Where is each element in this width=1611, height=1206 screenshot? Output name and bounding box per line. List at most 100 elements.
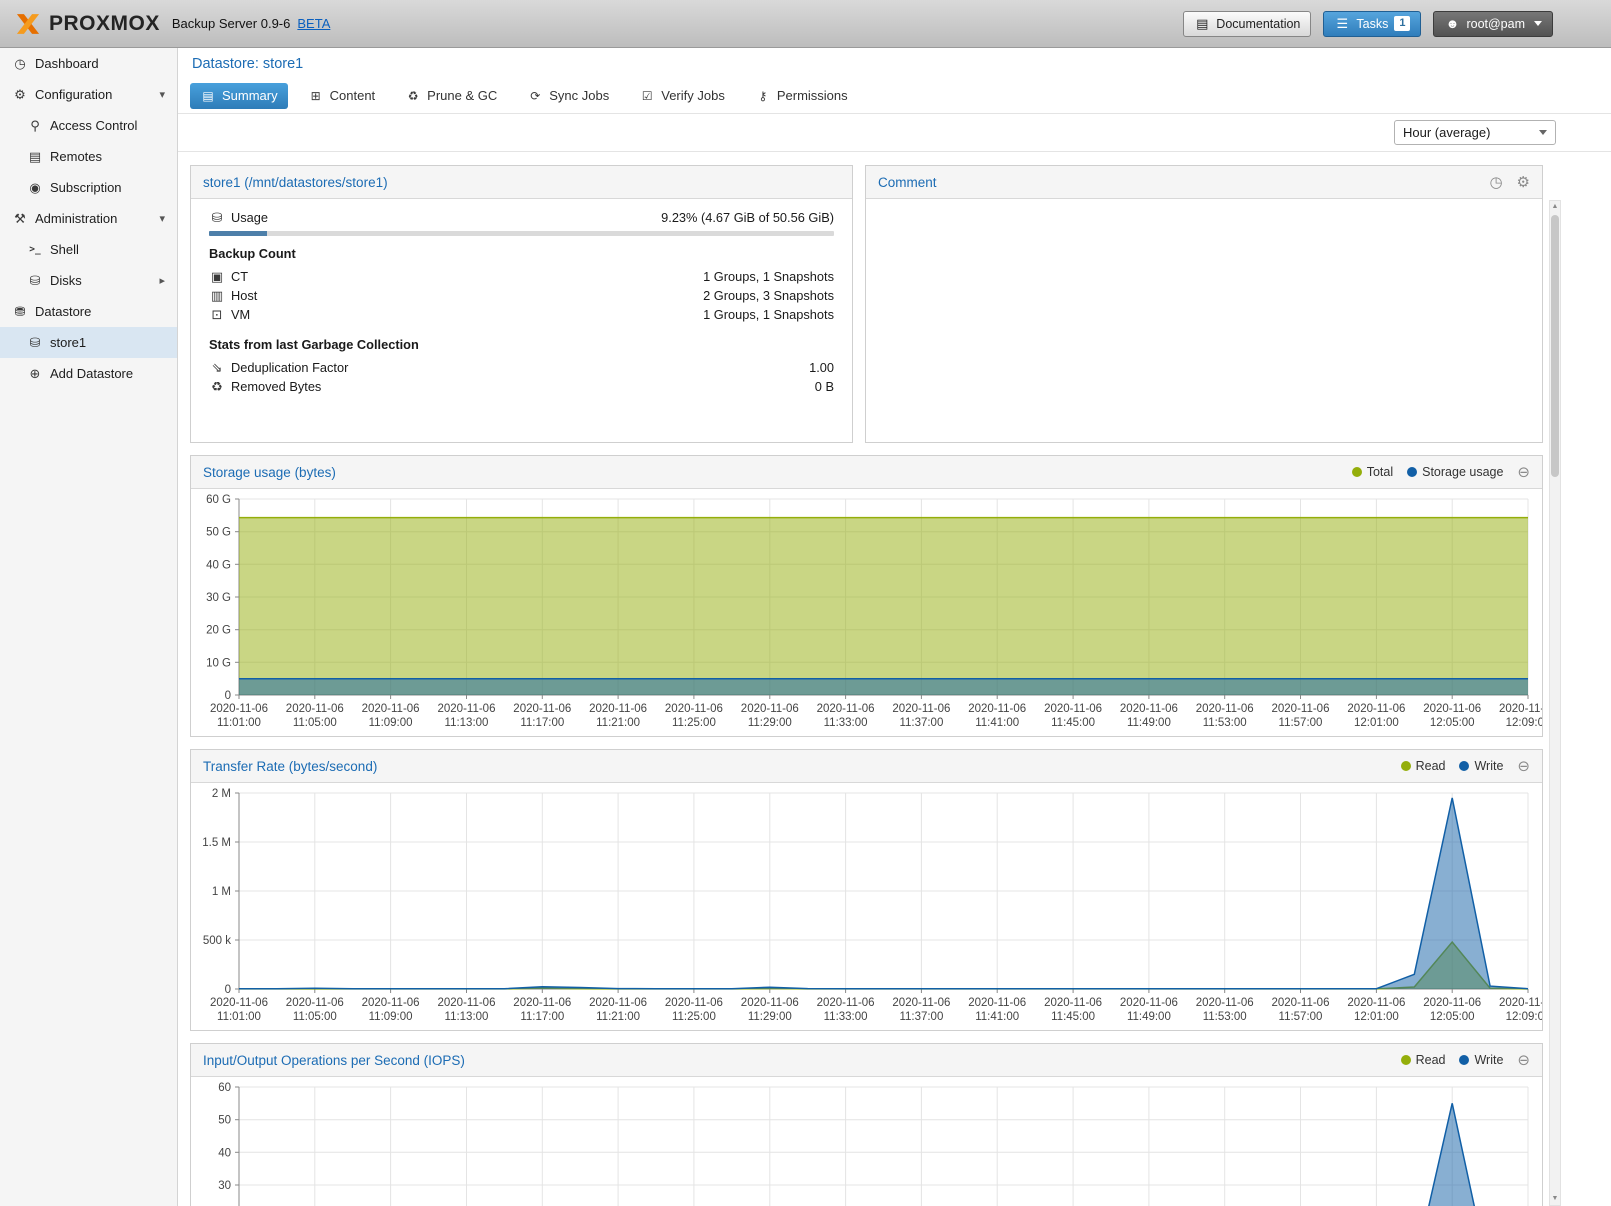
svg-text:11:37:00: 11:37:00	[899, 1011, 943, 1023]
legend-dot	[1401, 1055, 1411, 1065]
tab-label: Sync Jobs	[549, 88, 609, 103]
beta-link[interactable]: BETA	[297, 16, 330, 31]
book-icon: ▤	[200, 89, 216, 103]
svg-text:11:53:00: 11:53:00	[1203, 1011, 1247, 1023]
svg-text:2020-11-06: 2020-11-06	[513, 703, 571, 715]
tab-label: Permissions	[777, 88, 848, 103]
svg-text:2020-11-06: 2020-11-06	[1272, 997, 1330, 1009]
svg-text:40 G: 40 G	[206, 559, 231, 571]
svg-text:2020-11-06: 2020-11-06	[286, 997, 344, 1009]
harddisk-icon: ⛁	[209, 210, 225, 226]
datastore-summary-panel: store1 (/mnt/datastores/store1) ⛁ Usage …	[190, 165, 853, 443]
svg-text:11:45:00: 11:45:00	[1051, 1011, 1095, 1023]
svg-text:11:05:00: 11:05:00	[293, 1011, 337, 1023]
tab-content[interactable]: ⊞ Content	[298, 83, 386, 109]
gears-icon: ⚙	[12, 87, 28, 103]
page-title: Datastore: store1	[178, 48, 1611, 78]
legend-label: Read	[1416, 1053, 1446, 1067]
chart-toolbar: Hour (average)	[178, 114, 1611, 152]
collapse-icon[interactable]: ⊖	[1517, 1051, 1530, 1069]
legend-label: Read	[1416, 759, 1446, 773]
tab-verify-jobs[interactable]: ☑ Verify Jobs	[629, 83, 735, 109]
clock-icon[interactable]: ◷	[1489, 173, 1502, 191]
legend-item-storage-usage[interactable]: Storage usage	[1407, 465, 1503, 479]
svg-text:2020-11-06: 2020-11-06	[1423, 703, 1481, 715]
svg-text:60: 60	[218, 1082, 231, 1094]
sidebar-item-label: Remotes	[50, 149, 102, 164]
svg-text:12:01:00: 12:01:00	[1354, 717, 1399, 729]
time-range-value: Hour (average)	[1403, 125, 1490, 140]
server-icon: ▤	[27, 149, 43, 165]
time-range-select[interactable]: Hour (average)	[1394, 120, 1556, 145]
documentation-button[interactable]: ▤ Documentation	[1183, 11, 1311, 37]
svg-text:11:49:00: 11:49:00	[1127, 717, 1171, 729]
svg-text:2020-11-06: 2020-11-06	[817, 703, 875, 715]
svg-text:11:53:00: 11:53:00	[1203, 717, 1247, 729]
legend-item-total[interactable]: Total	[1352, 465, 1393, 479]
user-menu-button[interactable]: ☻ root@pam	[1433, 11, 1553, 37]
sidebar-item-dashboard[interactable]: ◷ Dashboard	[0, 48, 177, 79]
list-icon: ☰	[1334, 16, 1350, 32]
topbar-actions: ▤ Documentation ☰ Tasks 1 ☻ root@pam	[1183, 11, 1611, 37]
sidebar-item-label: Dashboard	[35, 56, 99, 71]
tab-summary[interactable]: ▤ Summary	[190, 83, 288, 109]
legend-item-write[interactable]: Write	[1459, 1053, 1503, 1067]
cube-icon: ▣	[209, 269, 225, 285]
vertical-scrollbar[interactable]: ▲ ▼	[1549, 200, 1561, 1206]
svg-text:30: 30	[218, 1180, 231, 1192]
scrollbar-thumb[interactable]	[1551, 215, 1559, 477]
grid-icon: ⊞	[308, 89, 324, 103]
row-value: 0 B	[815, 379, 834, 394]
scroll-up-arrow[interactable]: ▲	[1550, 201, 1560, 213]
chevron-down-icon[interactable]: ▾	[159, 88, 165, 101]
legend-dot	[1459, 761, 1469, 771]
sidebar-item-label: Subscription	[50, 180, 122, 195]
svg-text:11:09:00: 11:09:00	[369, 1011, 413, 1023]
sidebar-item-administration[interactable]: ⚒Administration▾	[0, 203, 177, 234]
tab-permissions[interactable]: ⚷ Permissions	[745, 83, 858, 109]
building-icon: ▥	[209, 288, 225, 304]
svg-text:2020-11-06: 2020-11-06	[968, 997, 1026, 1009]
svg-text:2020-11-06: 2020-11-06	[741, 703, 799, 715]
svg-text:12:09:00: 12:09:00	[1506, 717, 1542, 729]
svg-text:1.5 M: 1.5 M	[202, 837, 231, 849]
svg-text:2020-11-06: 2020-11-06	[438, 997, 496, 1009]
sidebar-item-access-control[interactable]: ⚲Access Control	[0, 110, 177, 141]
legend-dot	[1407, 467, 1417, 477]
sidebar-item-configuration[interactable]: ⚙Configuration▾	[0, 79, 177, 110]
tab-prune-gc[interactable]: ♻ Prune & GC	[395, 83, 507, 109]
gauge-icon: ◷	[12, 56, 28, 72]
svg-text:2020-11-06: 2020-11-06	[665, 703, 723, 715]
scroll-down-arrow[interactable]: ▼	[1550, 1193, 1560, 1205]
desktop-icon: ⊡	[209, 307, 225, 323]
sidebar-item-add-datastore[interactable]: ⊕Add Datastore	[0, 358, 177, 389]
collapse-icon[interactable]: ⊖	[1517, 757, 1530, 775]
legend-item-read[interactable]: Read	[1401, 1053, 1446, 1067]
sidebar-item-shell[interactable]: >_Shell	[0, 234, 177, 265]
svg-text:2020-11-06: 2020-11-06	[1044, 703, 1102, 715]
legend-item-read[interactable]: Read	[1401, 759, 1446, 773]
sidebar-item-subscription[interactable]: ◉Subscription	[0, 172, 177, 203]
sidebar-item-remotes[interactable]: ▤ Remotes	[0, 141, 177, 172]
legend-item-write[interactable]: Write	[1459, 759, 1503, 773]
chevron-down-icon	[1534, 21, 1542, 26]
chevron-down-icon[interactable]: ▾	[159, 212, 165, 225]
svg-text:2 M: 2 M	[212, 788, 231, 800]
proxmox-logo-icon	[14, 10, 42, 38]
gear-icon[interactable]: ⚙	[1517, 173, 1530, 191]
brand-text: PROXMOX	[49, 12, 160, 36]
sidebar-item-store1[interactable]: ⛁store1	[0, 327, 177, 358]
collapse-icon[interactable]: ⊖	[1517, 463, 1530, 481]
sidebar-item-label: Administration	[35, 211, 117, 226]
svg-text:11:17:00: 11:17:00	[520, 717, 564, 729]
svg-text:2020-11-06: 2020-11-06	[589, 997, 647, 1009]
tab-sync-jobs[interactable]: ⟳ Sync Jobs	[517, 83, 619, 109]
sidebar-item-disks[interactable]: ⛁Disks▸	[0, 265, 177, 296]
tasks-button[interactable]: ☰ Tasks 1	[1323, 11, 1421, 37]
gc-stats-heading: Stats from last Garbage Collection	[209, 337, 834, 352]
chevron-right-icon[interactable]: ▸	[159, 274, 165, 287]
disks-icon: ⛁	[27, 273, 43, 289]
sidebar-item-datastore[interactable]: ⛃Datastore	[0, 296, 177, 327]
svg-text:60 G: 60 G	[206, 494, 231, 506]
chart-body: 2020-11-0611:01:002020-11-0611:05:002020…	[191, 1077, 1542, 1206]
